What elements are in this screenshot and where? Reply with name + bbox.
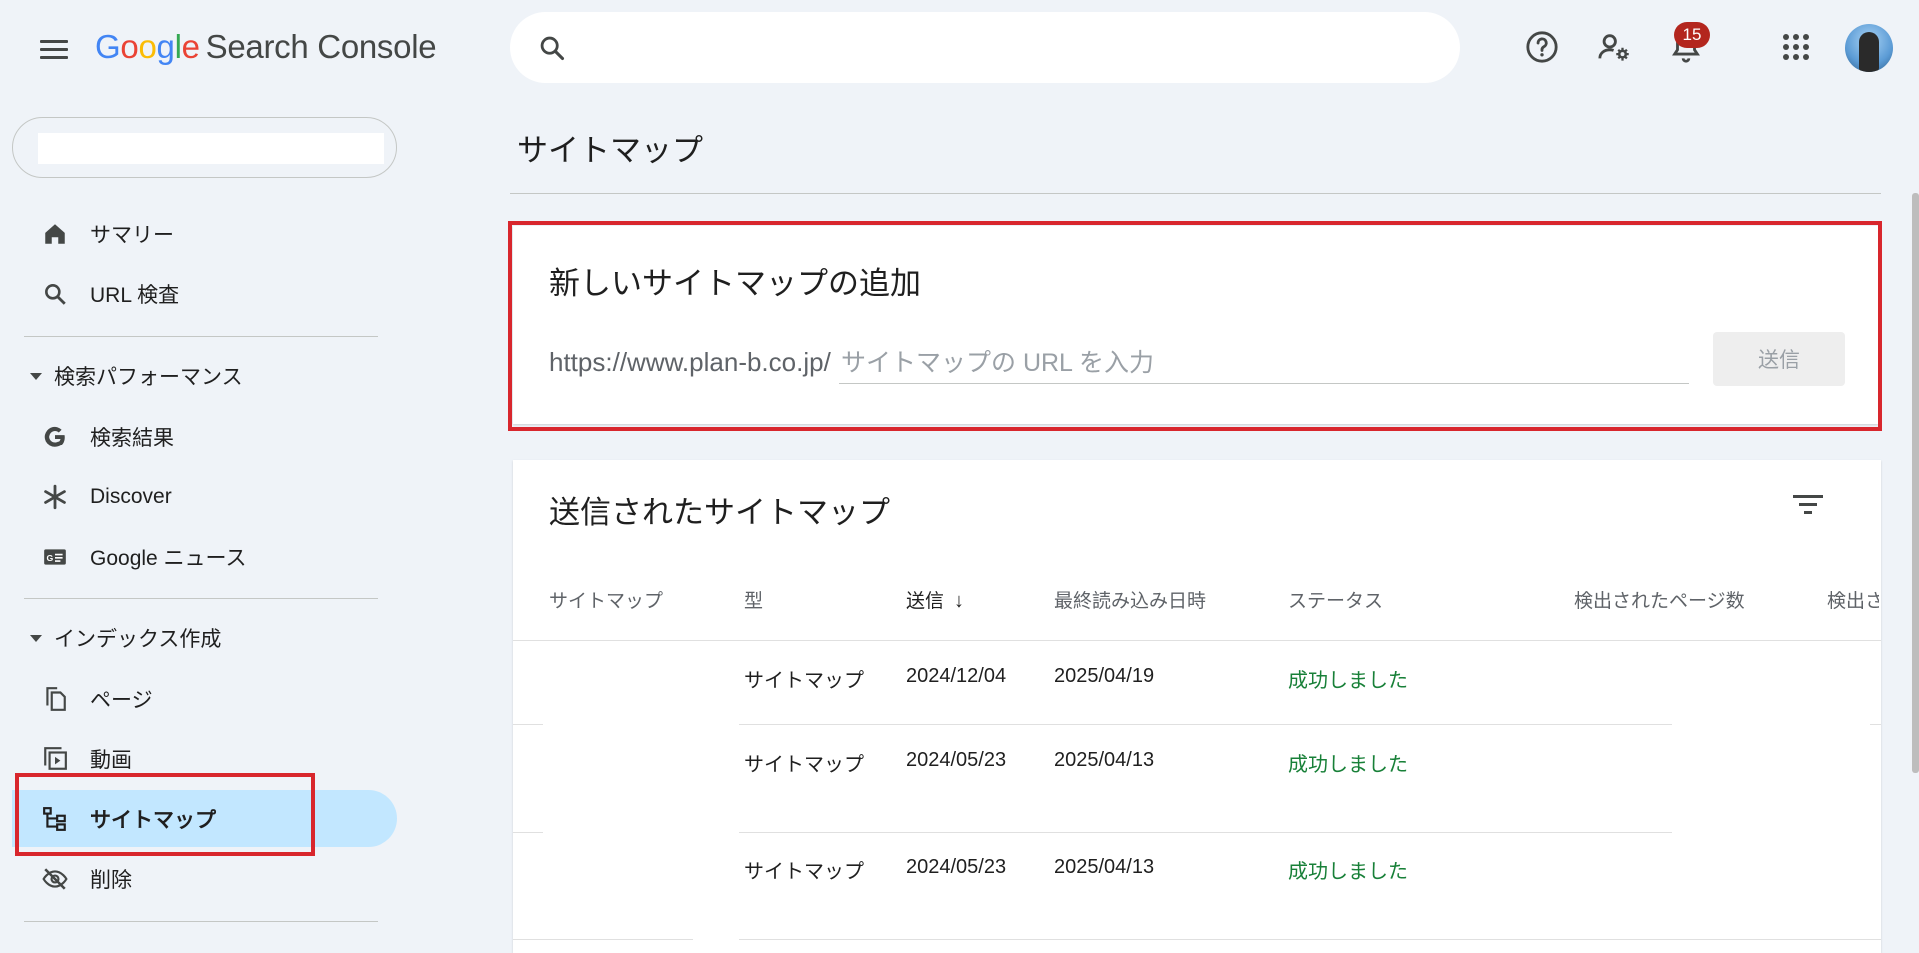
title-divider xyxy=(510,193,1881,194)
search-icon xyxy=(540,36,565,61)
nav-item-url-inspection[interactable]: URL 検査 xyxy=(12,265,397,322)
nav-item-label: Discover xyxy=(90,484,172,508)
column-header-status[interactable]: ステータス xyxy=(1288,586,1383,613)
help-icon[interactable] xyxy=(1521,26,1563,68)
home-icon xyxy=(40,219,70,249)
property-selector[interactable] xyxy=(12,117,397,178)
asterisk-icon xyxy=(40,482,70,512)
column-header-discovered-videos[interactable]: 検出さ xyxy=(1827,586,1879,613)
search-icon xyxy=(40,279,70,309)
cell-last-read: 2025/04/19 xyxy=(1054,665,1155,687)
row-divider xyxy=(739,939,1881,940)
avatar-image xyxy=(1859,32,1879,72)
page-title: サイトマップ xyxy=(517,133,703,168)
nav-section-label: インデックス作成 xyxy=(54,628,222,651)
nav-item-label: URL 検査 xyxy=(90,283,180,307)
product-logo[interactable]: Google Search Console xyxy=(95,28,437,66)
nav-item-discover[interactable]: Discover xyxy=(12,468,397,525)
logo-letter: l xyxy=(174,28,182,65)
url-prefix: https://www.plan-b.co.jp/ xyxy=(549,347,831,377)
cell-status: 成功しました xyxy=(1288,754,1408,776)
search-input[interactable] xyxy=(510,12,1460,83)
scrollbar[interactable] xyxy=(1912,193,1919,773)
sitemap-url-input[interactable] xyxy=(839,344,1689,384)
cell-status: 成功しました xyxy=(1288,861,1408,883)
svg-text:G: G xyxy=(47,552,54,562)
property-name xyxy=(38,133,384,164)
add-sitemap-card xyxy=(513,226,1878,424)
nav-section-indexing[interactable]: インデックス作成 xyxy=(30,618,221,658)
logo-letter: o xyxy=(138,28,157,65)
nav-item-label: 削除 xyxy=(90,868,132,892)
cell-status: 成功しました xyxy=(1288,670,1408,692)
cell-last-read: 2025/04/13 xyxy=(1054,856,1155,878)
row-divider xyxy=(1870,724,1881,725)
caret-down-icon xyxy=(30,634,42,642)
logo-letter: g xyxy=(156,28,175,65)
row-divider xyxy=(739,832,1672,833)
nav-item-label: ページ xyxy=(90,688,153,712)
submitted-sitemaps-card xyxy=(513,460,1881,953)
nav-item-label: 動画 xyxy=(90,748,132,772)
add-sitemap-title: 新しいサイトマップの追加 xyxy=(549,266,921,301)
nav-section-performance[interactable]: 検索パフォーマンス xyxy=(30,356,243,396)
nav-item-google-news[interactable]: G Google ニュース xyxy=(12,528,397,585)
nav-item-label: サイトマップ xyxy=(90,808,216,832)
row-divider xyxy=(513,832,543,833)
logo-letter: o xyxy=(120,28,139,65)
cell-last-read: 2025/04/13 xyxy=(1054,749,1155,771)
caret-down-icon xyxy=(30,372,42,380)
nav-item-label: 検索結果 xyxy=(90,426,174,450)
row-divider xyxy=(513,724,543,725)
column-header-label: 送信 xyxy=(906,591,945,612)
nav-item-label: Google ニュース xyxy=(90,546,247,570)
google-g-icon xyxy=(40,422,70,452)
menu-icon[interactable] xyxy=(34,30,74,70)
nav-divider xyxy=(24,598,378,599)
visibility-off-icon xyxy=(40,864,70,894)
nav-section-label: 検索パフォーマンス xyxy=(54,366,243,389)
cell-submitted: 2024/05/23 xyxy=(906,749,1007,771)
google-news-icon: G xyxy=(40,542,70,572)
product-name: Search Console xyxy=(205,28,437,65)
cell-type: サイトマップ xyxy=(744,754,864,776)
nav-divider xyxy=(24,336,378,337)
column-header-type[interactable]: 型 xyxy=(744,586,763,613)
column-header-sitemap[interactable]: サイトマップ xyxy=(549,586,663,613)
nav-item-pages[interactable]: ページ xyxy=(12,670,397,727)
submit-button[interactable]: 送信 xyxy=(1713,332,1845,386)
filter-icon[interactable] xyxy=(1793,493,1825,517)
cell-submitted: 2024/05/23 xyxy=(906,856,1007,878)
nav-item-sitemaps[interactable]: サイトマップ xyxy=(12,790,397,847)
apps-grid-icon[interactable] xyxy=(1775,26,1817,68)
nav-item-videos[interactable]: 動画 xyxy=(12,730,397,787)
column-header-last-read[interactable]: 最終読み込み日時 xyxy=(1054,586,1206,613)
pages-icon xyxy=(40,684,70,714)
nav-item-search-results[interactable]: 検索結果 xyxy=(12,408,397,465)
arrow-down-icon: ↓ xyxy=(954,590,965,612)
notification-badge: 15 xyxy=(1674,22,1710,48)
submitted-sitemaps-title: 送信されたサイトマップ xyxy=(549,495,890,530)
nav-item-summary[interactable]: サマリー xyxy=(12,205,397,262)
column-header-submitted[interactable]: 送信 ↓ xyxy=(906,586,964,613)
nav-item-label: サマリー xyxy=(90,223,174,247)
video-icon xyxy=(40,744,70,774)
nav-item-removals[interactable]: 削除 xyxy=(12,850,397,907)
cell-submitted: 2024/12/04 xyxy=(906,665,1007,687)
manage-users-icon[interactable] xyxy=(1593,26,1635,68)
column-header-discovered-pages[interactable]: 検出されたページ数 xyxy=(1574,586,1745,613)
logo-letter: G xyxy=(95,28,121,65)
sitemap-icon xyxy=(40,804,70,834)
top-app-bar: Google Search Console 15 xyxy=(0,0,1919,96)
cell-type: サイトマップ xyxy=(744,861,864,883)
logo-letter: e xyxy=(181,28,200,65)
nav-divider xyxy=(24,921,378,922)
row-divider xyxy=(513,640,1881,641)
row-divider xyxy=(513,939,693,940)
row-divider xyxy=(739,724,1672,725)
avatar[interactable] xyxy=(1845,24,1893,72)
cell-type: サイトマップ xyxy=(744,670,864,692)
